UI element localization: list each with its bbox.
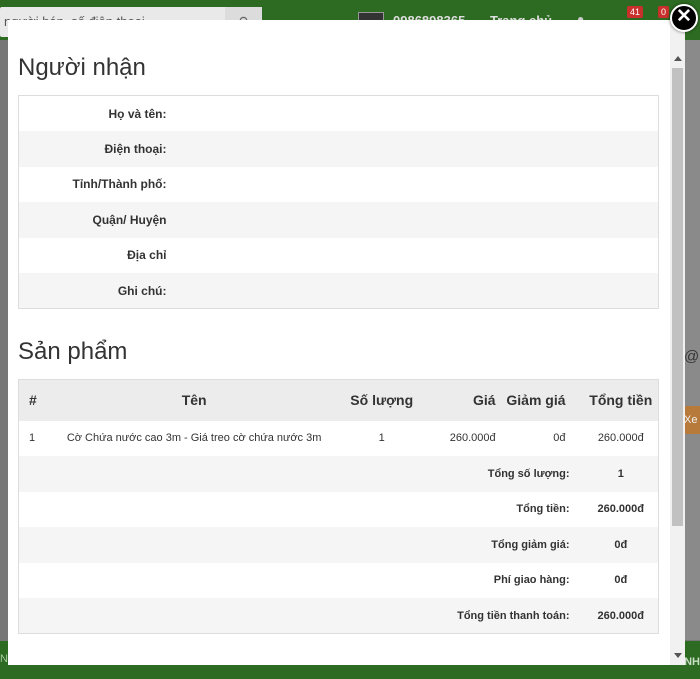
item-price: 260.000đ xyxy=(449,432,496,445)
cart-badge[interactable]: 0 xyxy=(658,6,670,18)
summary-value: 0đ xyxy=(583,527,659,563)
recipient-value xyxy=(171,96,659,132)
recipient-label: Họ và tên: xyxy=(108,106,167,121)
close-icon[interactable]: ✕ xyxy=(670,4,698,32)
modal-content: Người nhận Họ và tên: Điện thoại: Tỉnh/T… xyxy=(8,20,670,665)
summary-row-shipping: Phí giao hàng: 0đ xyxy=(19,563,659,599)
item-qty: 1 xyxy=(378,432,385,445)
scroll-down-arrow-icon[interactable] xyxy=(674,653,682,658)
summary-label: Tổng tiền: xyxy=(516,503,570,516)
summary-row-total-qty: Tổng số lượng: 1 xyxy=(18,456,659,492)
summary-value: 0đ xyxy=(614,574,628,587)
recipient-row-address: Địa chỉ xyxy=(19,238,659,274)
col-header-num: # xyxy=(18,379,49,421)
item-num: 1 xyxy=(29,432,36,445)
item-total: 260.000đ xyxy=(597,432,644,445)
products-title: Sản phẩm xyxy=(18,338,128,365)
recipient-label: Địa chỉ xyxy=(127,248,167,263)
side-button[interactable]: Xe xyxy=(684,406,700,434)
recipient-row-note: Ghi chú: xyxy=(18,273,659,309)
recipient-label: Ghi chú: xyxy=(18,273,171,309)
scroll-thumb[interactable] xyxy=(672,68,683,526)
recipient-label: Quận/ Huyện xyxy=(18,202,171,238)
summary-value: 260.000đ xyxy=(583,598,659,634)
at-icon: @ xyxy=(684,348,700,365)
summary-label: Tổng giảm giá: xyxy=(18,527,584,563)
footer-right-text: NH xyxy=(684,656,700,668)
products-table: # Tên Số lượng Giá Giảm giá Tổng tiền 1 … xyxy=(18,379,659,634)
order-detail-modal: Người nhận Họ và tên: Điện thoại: Tỉnh/T… xyxy=(8,20,685,665)
recipient-value xyxy=(170,131,659,167)
summary-row-discount: Tổng giảm giá: 0đ xyxy=(18,527,659,563)
recipient-row-name: Họ và tên: xyxy=(19,96,659,132)
page-sidebar xyxy=(684,40,700,640)
scroll-up-arrow-icon[interactable] xyxy=(674,56,682,61)
modal-scrollbar[interactable] xyxy=(670,20,685,665)
recipient-row-phone: Điện thoại: xyxy=(18,131,659,167)
col-header-total: Tổng tiền xyxy=(583,379,659,421)
table-header-row: # Tên Số lượng Giá Giảm giá Tổng tiền xyxy=(18,379,659,421)
recipient-value xyxy=(171,167,659,203)
summary-label: Tổng số lượng: xyxy=(18,456,584,492)
recipient-label: Điện thoại: xyxy=(18,131,171,167)
recipient-title: Người nhận xyxy=(18,54,146,81)
item-name: Cờ Chứa nước cao 3m - Giá treo cờ chứa n… xyxy=(66,432,322,445)
col-header-price: Giá xyxy=(423,379,504,421)
recipient-label: Tỉnh/Thành phố: xyxy=(72,177,167,192)
col-header-discount: Giảm giá xyxy=(503,379,584,421)
col-header-qty: Số lượng xyxy=(339,379,424,421)
notification-badge[interactable]: 41 xyxy=(627,6,644,18)
item-discount: 0đ xyxy=(553,432,566,445)
recipient-value xyxy=(171,238,659,274)
col-header-name: Tên xyxy=(48,379,340,421)
summary-value: 1 xyxy=(583,456,659,492)
summary-label: Phí giao hàng: xyxy=(493,574,570,587)
summary-row-subtotal: Tổng tiền: 260.000đ xyxy=(19,492,659,528)
table-row: 1 Cờ Chứa nước cao 3m - Giá treo cờ chứa… xyxy=(19,421,659,457)
recipient-row-district: Quận/ Huyện xyxy=(18,202,659,238)
recipient-value xyxy=(170,273,659,309)
recipient-value xyxy=(170,202,659,238)
recipient-table: Họ và tên: Điện thoại: Tỉnh/Thành phố: Q… xyxy=(18,95,659,309)
recipient-row-province: Tỉnh/Thành phố: xyxy=(19,167,659,203)
summary-label: Tổng tiền thanh toán: xyxy=(18,598,584,634)
summary-value: 260.000đ xyxy=(597,503,644,516)
summary-row-grand-total: Tổng tiền thanh toán: 260.000đ xyxy=(18,598,659,634)
